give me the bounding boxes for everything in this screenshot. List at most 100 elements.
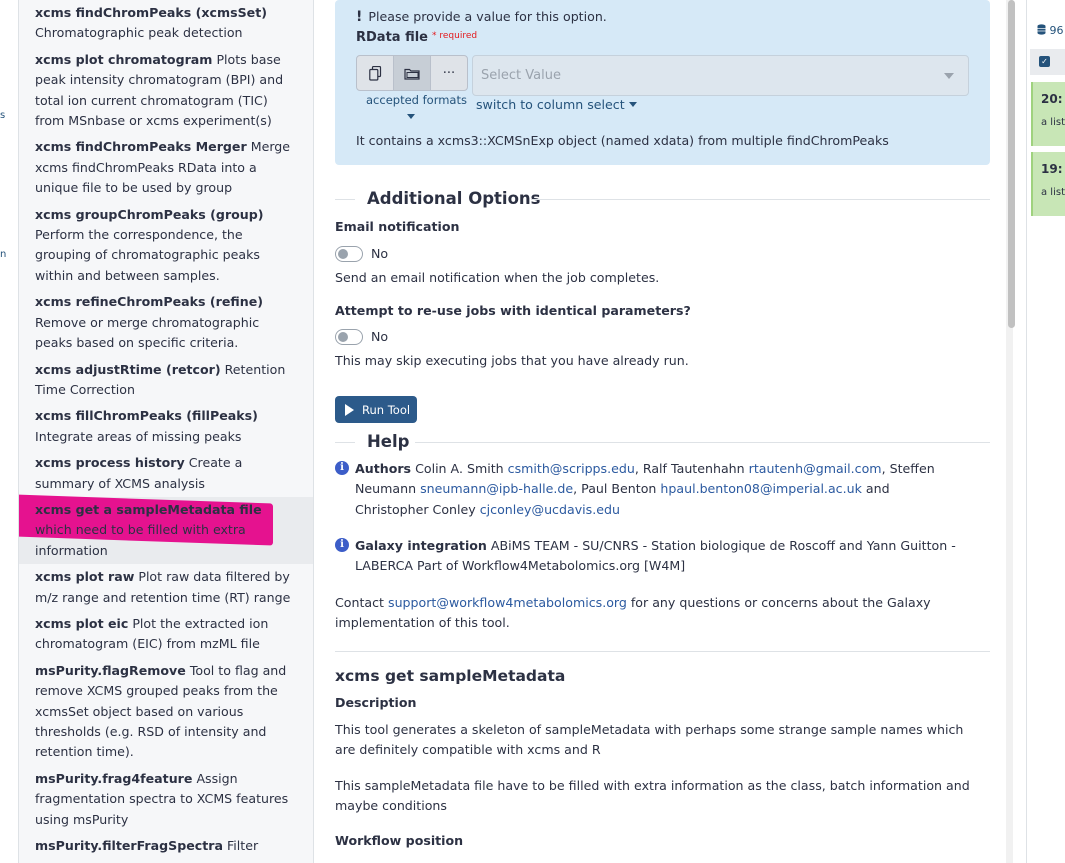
description-paragraph-2: This sampleMetadata file have to be fill…: [335, 778, 970, 814]
tool-desc: Chromatographic peak detection: [35, 25, 243, 41]
reuse-toggle-text: No: [371, 329, 389, 344]
tool-item[interactable]: msPurity.frag4feature Assign fragmentati…: [19, 766, 313, 833]
authors-text-2: , Ralf Tautenhahn: [634, 461, 749, 476]
galaxy-integration-label: Galaxy integration: [355, 538, 487, 553]
email-help: Send an email notification when the job …: [335, 270, 660, 285]
history-size: 96: [1037, 24, 1064, 37]
left-activity-strip: s n: [0, 0, 19, 863]
switch-column-select-link[interactable]: switch to column select: [476, 97, 637, 112]
help-header: Help: [335, 432, 990, 452]
tool-name: xcms findChromPeaks Merger: [35, 139, 247, 155]
tool-item[interactable]: xcms plot eic Plot the extracted ion chr…: [19, 611, 313, 658]
rdata-label-text: RData file: [356, 30, 428, 45]
author-email-link[interactable]: hpaul.benton08@imperial.ac.uk: [660, 481, 861, 496]
accepted-formats-link[interactable]: accepted formats: [366, 93, 467, 107]
rdata-label: RData file * required: [356, 30, 477, 45]
reuse-jobs-toggle[interactable]: [335, 329, 363, 345]
run-tool-button[interactable]: Run Tool: [335, 396, 417, 423]
divider: [335, 651, 990, 652]
history-item[interactable]: 20: s a list: [1031, 82, 1065, 146]
workflow-position-label: Workflow position: [335, 833, 464, 848]
rdata-help-text: It contains a xcms3::XCMSnExp object (na…: [356, 133, 889, 148]
history-item[interactable]: 19: s a list: [1031, 152, 1065, 216]
tool-name: msPurity.filterFragSpectra: [35, 838, 223, 854]
info-icon: i: [335, 461, 349, 475]
tool-item[interactable]: msPurity.filterFragSpectra Filter: [19, 833, 313, 859]
tool-desc: Filter: [226, 838, 259, 854]
strip-char: s: [0, 110, 6, 121]
divider: [531, 199, 990, 200]
tool-name: xcms get a sampleMetadata file: [35, 501, 262, 517]
toggle-knob: [338, 249, 348, 259]
copy-icon: [368, 65, 381, 81]
toggle-knob: [338, 332, 348, 342]
tool-item[interactable]: xcms refineChromPeaks (refine) Remove or…: [19, 289, 313, 356]
email-notification-label: Email notification: [335, 219, 460, 234]
tool-item[interactable]: xcms fillChromPeaks (fillPeaks) Integrate…: [19, 403, 313, 450]
authors-block: Authors Colin A. Smith csmith@scripps.ed…: [355, 459, 965, 520]
rdata-select[interactable]: Select Value: [472, 55, 969, 96]
more-options-button[interactable]: ···: [431, 56, 467, 90]
switch-column-select-text: switch to column select: [476, 97, 625, 112]
center-scrollbar-thumb[interactable]: [1008, 0, 1015, 328]
tool-item[interactable]: xcms groupChromPeaks (group) Perform the…: [19, 202, 313, 290]
history-panel: 96 ✓ 20: s a list 19: s a list: [1026, 0, 1065, 863]
author-email-link[interactable]: rtautenh@gmail.com: [749, 461, 882, 476]
divider: [415, 442, 990, 443]
tool-name: xcms plot eic: [35, 615, 129, 631]
tool-item[interactable]: msPurity.flagRemove Tool to flag and rem…: [19, 658, 313, 766]
tool-item[interactable]: xcms findChromPeaks (xcmsSet) Chromatogra…: [19, 0, 313, 47]
single-dataset-button[interactable]: [357, 56, 394, 90]
divider: [335, 199, 355, 200]
author-email-link[interactable]: cjconley@ucdavis.edu: [480, 502, 620, 517]
database-icon: [1037, 24, 1046, 35]
tool-item[interactable]: xcms findChromPeaks Merger Merge xcms fi…: [19, 134, 313, 201]
tool-name: xcms plot chromatogram: [35, 51, 213, 67]
author-email-link[interactable]: csmith@scripps.edu: [508, 461, 635, 476]
tool-name: xcms process history: [35, 455, 185, 471]
contact-pre: Contact: [335, 595, 389, 610]
email-notification-toggle[interactable]: [335, 246, 363, 262]
play-icon: [345, 403, 354, 416]
tool-name: msPurity.frag4feature: [35, 770, 193, 786]
galaxy-integration-block: Galaxy integration ABiMS TEAM - SU/CNRS …: [355, 536, 965, 577]
authors-label: Authors: [355, 461, 412, 476]
tool-item[interactable]: xcms adjustRtime (retcor) Retention Time…: [19, 357, 313, 404]
input-mode-buttons: ···: [356, 55, 468, 91]
tool-name: xcms fillChromPeaks (fillPeaks): [35, 408, 258, 424]
authors-text-0: Colin A. Smith: [411, 461, 508, 476]
history-item-subtitle: a list: [1041, 187, 1065, 198]
tool-name: msPurity.flagRemove: [35, 662, 186, 678]
tool-name: xcms refineChromPeaks (refine): [35, 294, 264, 310]
param-warning: ! Please provide a value for this option.: [356, 9, 607, 25]
multiple-datasets-button[interactable]: [394, 56, 431, 90]
description-paragraph-1: This tool generates a skeleton of sample…: [335, 722, 964, 758]
info-icon: i: [335, 538, 349, 552]
chevron-down-icon: [944, 73, 954, 79]
select-all-checkbox[interactable]: ✓: [1039, 56, 1050, 67]
chevron-down-icon: [628, 102, 637, 107]
support-email-link[interactable]: support@workflow4metabolomics.org: [388, 595, 627, 610]
run-tool-label: Run Tool: [362, 402, 411, 417]
required-marker: * required: [432, 31, 478, 41]
additional-options-header: Additional Options: [335, 189, 990, 209]
tool-name: xcms plot raw: [35, 569, 135, 585]
tool-item[interactable]: xcms plot chromatogram Plots base peak i…: [19, 47, 313, 135]
tool-desc: Remove or merge chromatographic peaks ba…: [35, 314, 260, 351]
contact-paragraph: Contact support@workflow4metabolomics.or…: [335, 593, 985, 634]
description-label: Description: [335, 695, 417, 710]
strip-char: n: [0, 249, 7, 260]
history-item-title: 20: s: [1041, 92, 1065, 106]
help-title: Help: [367, 432, 410, 451]
tool-item[interactable]: xcms process history Create a summary of…: [19, 450, 313, 497]
author-email-link[interactable]: sneumann@ipb-halle.de: [420, 481, 573, 496]
reuse-jobs-help: This may skip executing jobs that you ha…: [335, 353, 689, 368]
tool-item[interactable]: xcms plot raw Plot raw data filtered by …: [19, 564, 313, 611]
email-toggle-text: No: [371, 246, 389, 261]
history-item-title: 19: s: [1041, 162, 1065, 176]
tool-desc: Perform the correspondence, the grouping…: [35, 227, 260, 283]
chevron-down-icon[interactable]: [407, 114, 415, 119]
history-select-bar: ✓: [1030, 49, 1065, 75]
tool-name: xcms groupChromPeaks (group): [35, 206, 264, 222]
tool-item-selected[interactable]: xcms get a sampleMetadata file which nee…: [19, 494, 313, 565]
